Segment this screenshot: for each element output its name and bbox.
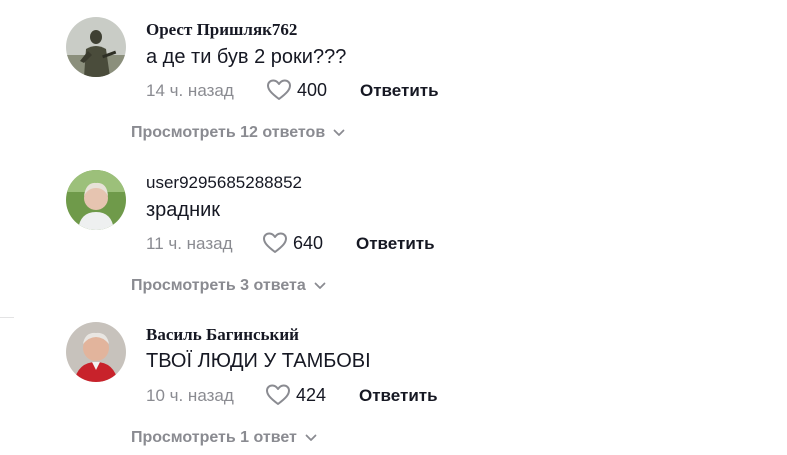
comment-item: Василь Багинський ТВОЇ ЛЮДИ У ТАМБОВІ 10…: [0, 0, 787, 446]
comment-time: 10 ч. назад: [146, 386, 234, 405]
heart-outline-icon[interactable]: [265, 383, 291, 407]
comment-meta: 11 ч. назад 640 Ответить: [146, 231, 546, 257]
divider: [0, 317, 14, 318]
chevron-down-icon: [314, 277, 326, 295]
comment-username[interactable]: Василь Багинський: [146, 325, 299, 345]
heart-outline-icon[interactable]: [262, 231, 288, 255]
view-replies-button[interactable]: Просмотреть 3 ответа: [131, 277, 326, 295]
view-replies-label: Просмотреть 1 ответ: [131, 429, 297, 447]
reply-button[interactable]: Ответить: [356, 234, 435, 254]
avatar-man-photo: [66, 322, 126, 382]
avatar[interactable]: [66, 170, 126, 230]
reply-button[interactable]: Ответить: [359, 386, 438, 406]
avatar[interactable]: [66, 322, 126, 382]
view-replies-label: Просмотреть 3 ответа: [131, 277, 306, 295]
comment-text: ТВОЇ ЛЮДИ У ТАМБОВІ: [146, 350, 371, 372]
view-replies-button[interactable]: Просмотреть 1 ответ: [131, 429, 317, 447]
comment-meta: 10 ч. назад 424 Ответить: [146, 383, 546, 409]
like-count: 424: [296, 385, 327, 405]
comment-username[interactable]: user9295685288852: [146, 173, 302, 193]
avatar-woman-photo: [66, 170, 126, 230]
chevron-down-icon: [305, 429, 317, 447]
comment-time: 11 ч. назад: [146, 234, 233, 253]
like-count: 640: [293, 233, 324, 253]
comment-text: зрадник: [146, 199, 221, 221]
